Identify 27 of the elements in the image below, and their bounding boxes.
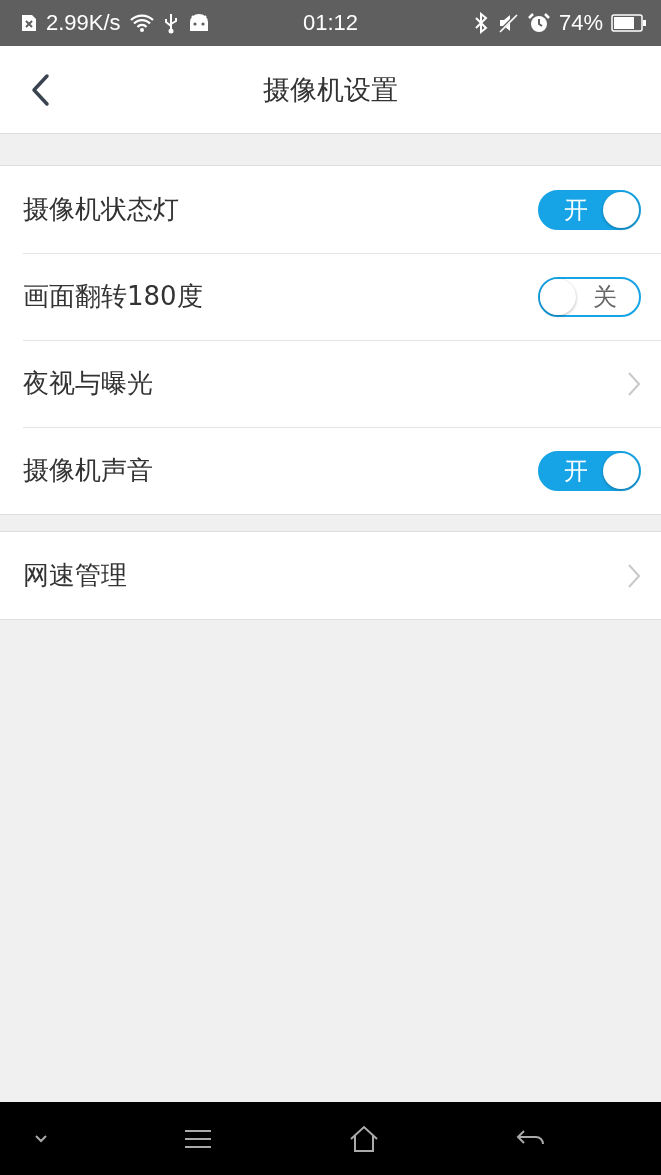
- setting-label: 摄像机状态灯: [23, 193, 179, 226]
- home-icon[interactable]: [348, 1124, 380, 1153]
- clock: 01:12: [302, 10, 359, 36]
- battery-icon: [611, 13, 647, 33]
- settings-row[interactable]: 摄像机状态灯 开: [0, 166, 661, 253]
- setting-label: 网速管理: [23, 559, 127, 592]
- chevron-down-icon[interactable]: [34, 1133, 48, 1144]
- chevron-right-icon: [627, 562, 641, 589]
- wifi-icon: [128, 13, 155, 33]
- setting-label: 画面翻转180度: [23, 280, 203, 313]
- alarm-icon: [526, 12, 551, 34]
- toggle-switch[interactable]: 关: [538, 276, 641, 317]
- chevron-right-icon: [627, 370, 641, 397]
- network-speed: 2.99K/s: [46, 10, 121, 36]
- settings-row[interactable]: 画面翻转180度 关: [0, 253, 661, 340]
- menu-icon[interactable]: [184, 1128, 212, 1149]
- setting-label: 摄像机声音: [23, 454, 153, 487]
- settings-row[interactable]: 网速管理: [0, 532, 661, 619]
- bluetooth-icon: [472, 12, 489, 34]
- usb-icon: [162, 12, 179, 34]
- battery-percent: 74%: [558, 10, 603, 36]
- settings-row[interactable]: 摄像机声音 开: [0, 427, 661, 514]
- setting-label: 夜视与曝光: [23, 367, 153, 400]
- mute-icon: [496, 12, 519, 34]
- settings-row[interactable]: 夜视与曝光: [0, 340, 661, 427]
- page-title: 摄像机设置: [263, 72, 398, 107]
- sim-card-icon: [20, 13, 38, 33]
